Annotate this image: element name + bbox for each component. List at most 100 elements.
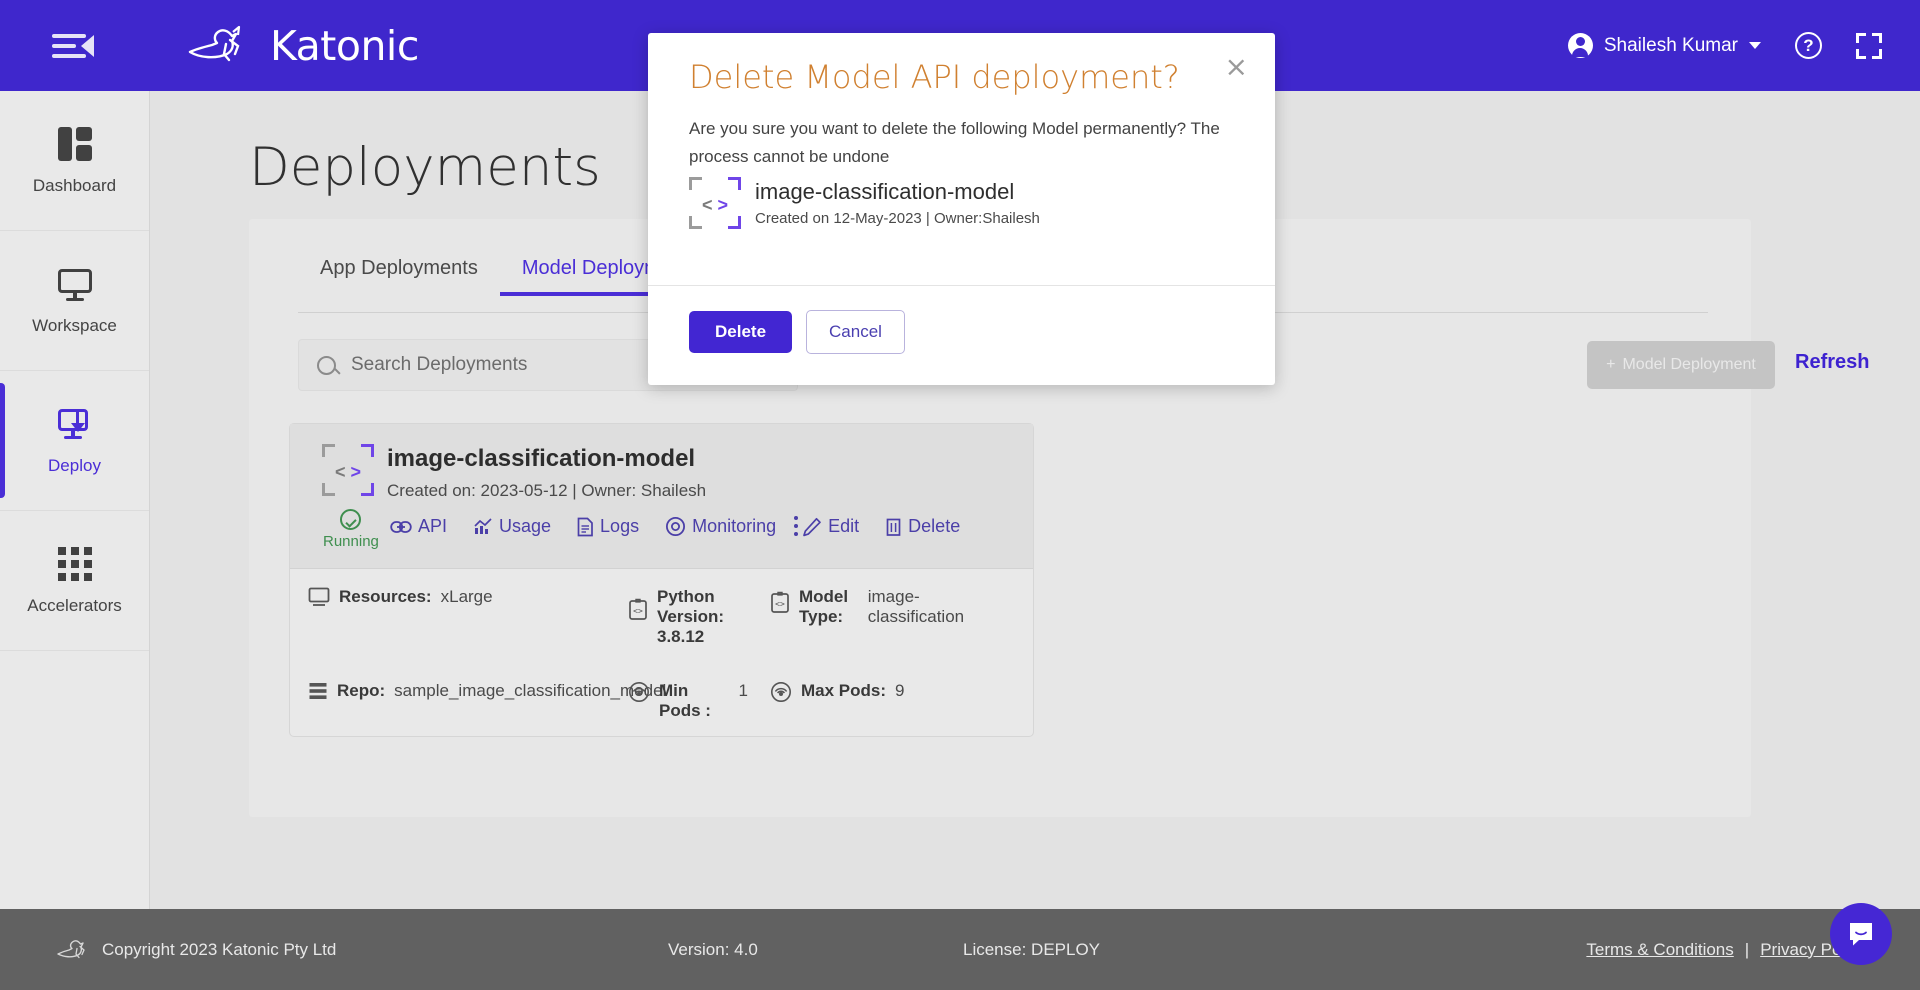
chat-glyph xyxy=(1850,923,1872,946)
eye-icon xyxy=(666,516,686,537)
tab-app-deployments[interactable]: App Deployments xyxy=(298,247,500,296)
sidebar-item-label: Deploy xyxy=(48,456,101,475)
action-label: Monitoring xyxy=(692,516,777,536)
user-menu[interactable]: Shailesh Kumar xyxy=(1567,33,1761,58)
meta-label: Min Pods : xyxy=(659,681,711,720)
modal-title: Delete Model API deployment? xyxy=(689,58,1180,96)
sidebar-item-accelerators[interactable]: Accelerators xyxy=(0,511,149,651)
footer-copyright: Copyright 2023 Katonic Pty Ltd xyxy=(56,937,336,963)
meta-value: xLarge xyxy=(440,587,493,606)
modal-item-subtitle: Created on 12-May-2023 | Owner:Shailesh xyxy=(755,210,1040,227)
footer-separator: | xyxy=(1744,939,1750,959)
action-usage[interactable]: Usage xyxy=(473,516,551,537)
chat-bubble-icon[interactable] xyxy=(1830,903,1892,965)
action-monitoring[interactable]: Monitoring xyxy=(665,516,776,537)
hamburger-bar xyxy=(52,43,76,48)
sidebar-item-deploy[interactable]: Deploy xyxy=(0,371,149,511)
footer-license: License: DEPLOY xyxy=(963,939,1101,959)
action-edit[interactable]: Edit xyxy=(802,516,859,537)
user-name: Shailesh Kumar xyxy=(1603,34,1738,56)
status-label: Running xyxy=(323,533,379,550)
code-brackets-icon: < > xyxy=(689,177,741,229)
meta-max-pods: Max Pods: 9 xyxy=(770,681,905,703)
svg-text:<>: <> xyxy=(775,600,785,609)
sidebar-item-label: Accelerators xyxy=(27,596,122,615)
meta-label: Repo: xyxy=(337,681,386,700)
add-model-deployment-label: Model Deployment xyxy=(1622,356,1756,373)
meta-model-type: <> Model Type: image-classification xyxy=(770,587,970,627)
search-icon xyxy=(317,355,336,375)
sidebar: Dashboard Workspace Deploy Accelerators xyxy=(0,91,150,909)
hamburger-collapse-icon[interactable] xyxy=(52,29,94,63)
database-icon xyxy=(309,683,327,699)
refresh-button[interactable]: Refresh xyxy=(1795,351,1869,374)
meta-python-version: <> Python Version: 3.8.12 xyxy=(628,587,748,647)
action-logs[interactable]: Logs xyxy=(577,516,639,537)
avatar xyxy=(1567,33,1593,58)
meta-value: 3.8.12 xyxy=(657,627,705,646)
modal-target-item: < > image-classification-model Created on… xyxy=(689,177,1040,229)
plus-icon: + xyxy=(1606,356,1616,373)
modal-item-name: image-classification-model xyxy=(755,179,1015,204)
action-label: API xyxy=(418,516,448,536)
meta-value: 1 xyxy=(738,681,748,700)
meta-label: Max Pods: xyxy=(801,681,887,700)
sidebar-item-label: Dashboard xyxy=(32,176,117,195)
deployment-card: < > image-classification-model Created on… xyxy=(289,423,1034,737)
meta-min-pods: Min Pods : 1 xyxy=(628,681,748,721)
kangaroo-logo-icon xyxy=(57,939,85,958)
code-brackets-icon: < > xyxy=(322,444,374,496)
modal-description: Are you sure you want to delete the foll… xyxy=(689,119,1220,167)
app-footer: Copyright 2023 Katonic Pty Ltd Version: … xyxy=(0,909,1920,990)
close-icon[interactable]: × xyxy=(1225,53,1248,81)
monitor-icon xyxy=(56,265,94,303)
page-title: Deployments xyxy=(249,137,601,198)
deployment-actions: API Usage Logs Monitoring Edit Delete xyxy=(390,516,960,537)
action-label: Usage xyxy=(499,516,552,536)
delete-confirmation-modal: Delete Model API deployment? × Are you s… xyxy=(648,33,1275,385)
brand-name: Katonic xyxy=(270,21,419,70)
kebab-menu-icon[interactable] xyxy=(794,516,798,536)
action-label: Edit xyxy=(828,516,860,536)
confirm-delete-button[interactable]: Delete xyxy=(689,311,793,353)
action-label: Logs xyxy=(600,516,640,536)
meta-label: Python Version: xyxy=(657,587,725,626)
monitor-icon xyxy=(308,587,330,606)
document-icon xyxy=(577,517,593,536)
pods-icon xyxy=(771,682,791,702)
footer-copyright-text: Copyright 2023 Katonic Pty Ltd xyxy=(102,939,337,959)
deploy-icon xyxy=(56,405,94,443)
brand-logo[interactable]: Katonic xyxy=(186,22,419,70)
add-model-deployment-button[interactable]: + Model Deployment xyxy=(1587,341,1775,389)
sidebar-item-workspace[interactable]: Workspace xyxy=(0,231,149,371)
deployment-card-body: Resources: xLarge <> Python Version: 3.8… xyxy=(290,569,1033,736)
collapse-arrow-icon xyxy=(81,34,94,57)
deployment-card-header: < > image-classification-model Created on… xyxy=(290,424,1033,569)
cancel-button[interactable]: Cancel xyxy=(806,310,905,354)
status-badge: Running xyxy=(323,509,379,550)
pencil-icon xyxy=(803,517,821,536)
check-circle-icon xyxy=(340,509,362,530)
fullscreen-icon[interactable] xyxy=(1856,32,1882,59)
terms-link[interactable]: Terms & Conditions xyxy=(1586,940,1733,960)
code-chip-icon: <> xyxy=(771,591,789,613)
meta-value: 9 xyxy=(895,681,905,700)
help-glyph: ? xyxy=(1803,35,1814,55)
modal-actions: Delete Cancel xyxy=(689,310,905,354)
link-icon xyxy=(390,520,412,533)
svg-text:<>: <> xyxy=(633,607,643,616)
sidebar-item-label: Workspace xyxy=(32,316,117,335)
help-icon[interactable]: ? xyxy=(1795,32,1822,59)
footer-links: Terms & Conditions | Privacy Policy xyxy=(1586,940,1866,960)
action-api[interactable]: API xyxy=(390,516,447,537)
chart-icon xyxy=(474,518,492,534)
kangaroo-logo-icon xyxy=(188,25,241,61)
chevron-down-icon xyxy=(1749,42,1761,49)
sidebar-item-dashboard[interactable]: Dashboard xyxy=(0,91,149,231)
deployment-subtitle: Created on: 2023-05-12 | Owner: Shailesh xyxy=(387,481,707,500)
footer-version: Version: 4.0 xyxy=(668,939,758,959)
meta-resources: Resources: xLarge xyxy=(308,587,628,607)
action-delete[interactable]: Delete xyxy=(885,516,960,537)
meta-value: image-classification xyxy=(867,587,965,626)
header-actions: Shailesh Kumar ? xyxy=(1567,32,1882,59)
